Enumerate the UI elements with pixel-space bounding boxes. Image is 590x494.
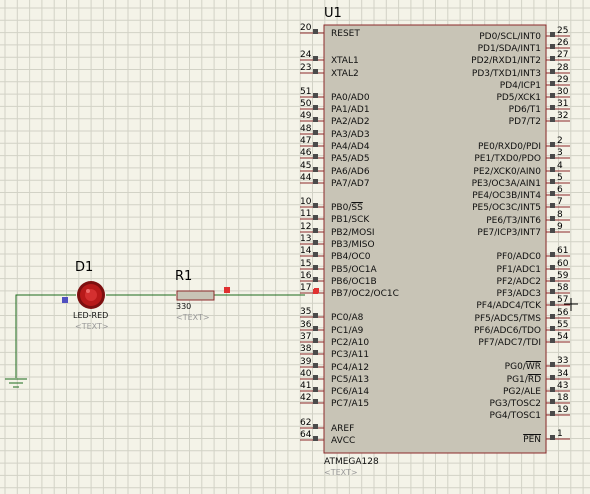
pin-marker bbox=[313, 203, 318, 208]
pin-marker bbox=[313, 142, 318, 147]
pin-marker bbox=[313, 29, 318, 34]
pin-marker bbox=[550, 56, 555, 61]
pin-marker bbox=[313, 363, 318, 368]
pin-marker bbox=[550, 69, 555, 74]
pin-marker bbox=[550, 411, 555, 416]
led-d1[interactable] bbox=[77, 281, 105, 309]
pin-marker bbox=[550, 154, 555, 159]
pb7-pin-marker bbox=[314, 288, 319, 293]
pin-marker bbox=[313, 69, 318, 74]
pin-marker bbox=[550, 81, 555, 86]
pin-marker bbox=[313, 240, 318, 245]
pin-marker bbox=[550, 142, 555, 147]
resistor-pin-marker bbox=[224, 287, 230, 293]
pin-marker bbox=[313, 338, 318, 343]
pin-marker bbox=[550, 117, 555, 122]
pin-marker bbox=[550, 252, 555, 257]
pin-marker bbox=[313, 399, 318, 404]
pin-marker bbox=[550, 435, 555, 440]
pin-marker bbox=[313, 228, 318, 233]
pin-marker bbox=[550, 338, 555, 343]
resistor-r1[interactable] bbox=[176, 290, 215, 301]
pin-marker bbox=[550, 93, 555, 98]
pin-marker bbox=[313, 350, 318, 355]
pin-marker bbox=[550, 314, 555, 319]
ground-symbol[interactable] bbox=[5, 378, 27, 388]
pin-marker bbox=[313, 252, 318, 257]
pin-marker bbox=[550, 216, 555, 221]
pin-marker bbox=[313, 387, 318, 392]
pin-marker bbox=[550, 44, 555, 49]
pin-marker bbox=[313, 277, 318, 282]
pin-marker bbox=[313, 215, 318, 220]
pin-marker bbox=[313, 93, 318, 98]
pin-marker bbox=[550, 167, 555, 172]
pin-marker bbox=[550, 265, 555, 270]
pin-marker bbox=[313, 167, 318, 172]
pin-marker bbox=[313, 105, 318, 110]
pin-marker bbox=[313, 313, 318, 318]
pin-marker bbox=[550, 289, 555, 294]
pin-marker bbox=[313, 117, 318, 122]
pin-marker bbox=[313, 179, 318, 184]
pin-marker bbox=[313, 130, 318, 135]
pin-marker bbox=[550, 362, 555, 367]
pin-marker bbox=[550, 301, 555, 306]
pin-marker bbox=[550, 375, 555, 380]
pin-marker bbox=[550, 179, 555, 184]
pin-marker bbox=[313, 154, 318, 159]
pin-marker bbox=[550, 228, 555, 233]
pin-marker bbox=[313, 375, 318, 380]
pin-marker bbox=[550, 203, 555, 208]
pin-marker bbox=[313, 265, 318, 270]
led-pin-marker bbox=[62, 297, 68, 303]
pin-marker bbox=[550, 32, 555, 37]
atmega128-chip-body[interactable] bbox=[323, 24, 547, 454]
pin-marker bbox=[550, 399, 555, 404]
pin-marker bbox=[550, 105, 555, 110]
crosshair-cursor-icon bbox=[564, 298, 578, 311]
pin-marker bbox=[313, 326, 318, 331]
pin-marker bbox=[550, 277, 555, 282]
schematic-canvas[interactable] bbox=[0, 0, 590, 494]
pin-marker bbox=[313, 436, 318, 441]
pin-marker bbox=[550, 387, 555, 392]
pin-marker bbox=[550, 191, 555, 196]
pin-marker bbox=[550, 326, 555, 331]
pin-marker bbox=[313, 424, 318, 429]
pin-marker bbox=[313, 56, 318, 61]
